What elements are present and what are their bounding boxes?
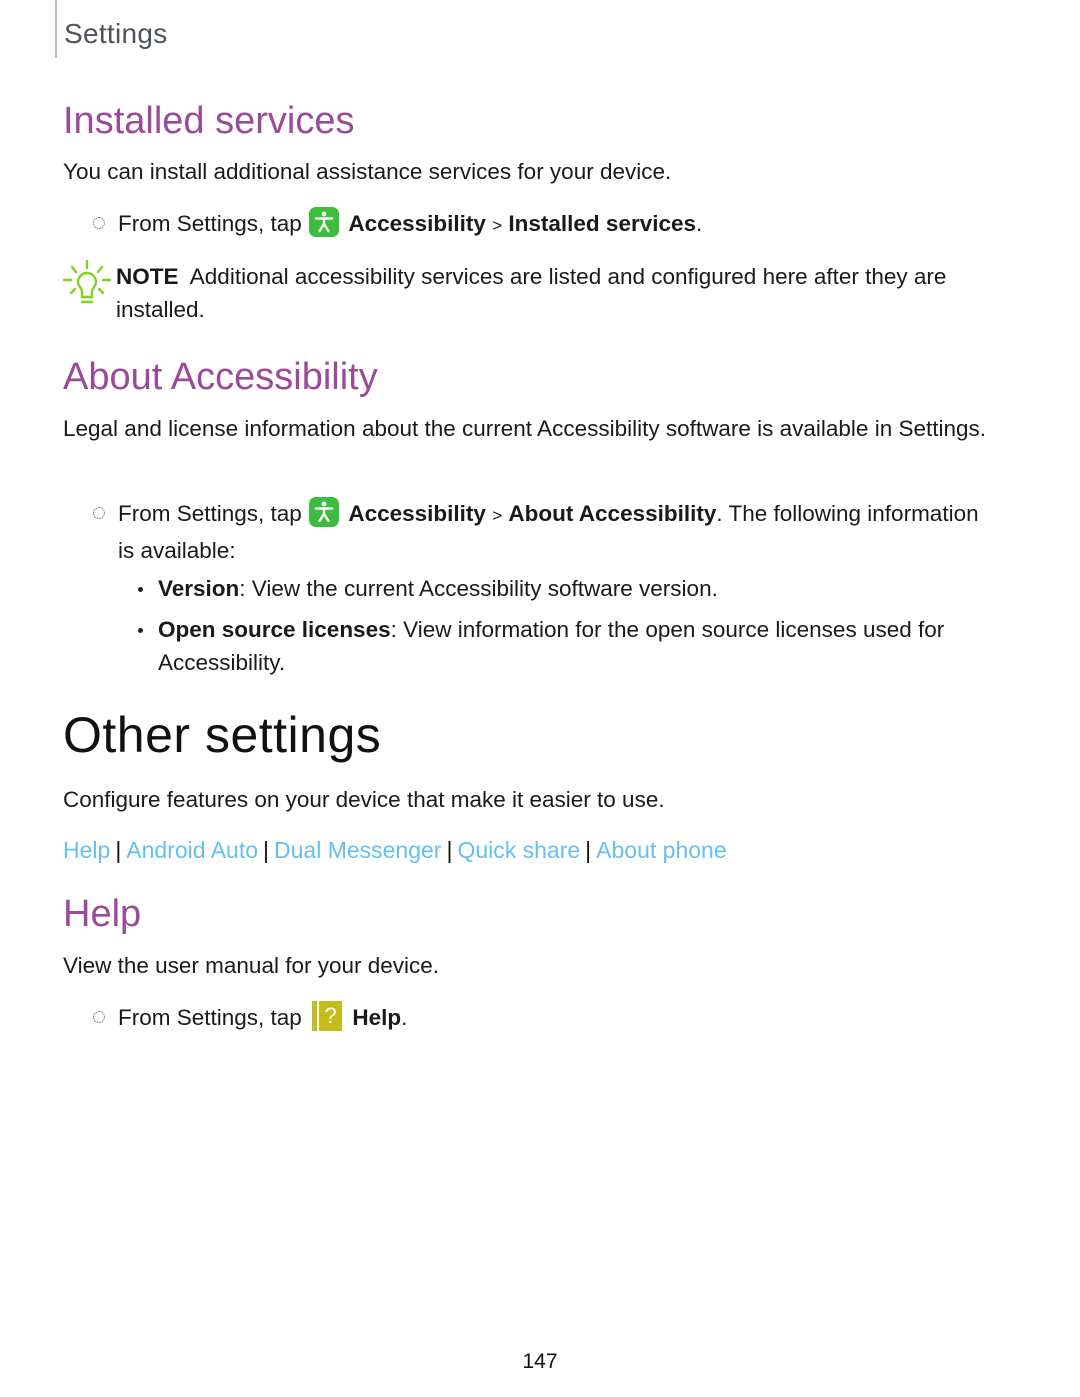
bullet-dot-icon [138, 628, 143, 633]
path-separator: > [492, 506, 503, 525]
step-suffix: . [696, 211, 703, 236]
installed-services-step: From Settings, tap Accessibility > Insta… [93, 206, 993, 243]
help-link[interactable]: Help [352, 1005, 401, 1030]
about-accessibility-step: From Settings, tap Accessibility > About… [93, 496, 993, 568]
help-intro: View the user manual for your device. [63, 953, 440, 978]
installed-services-heading: Installed services [63, 100, 355, 142]
note-text: Additional accessibility services are li… [116, 264, 947, 322]
installed-services-link[interactable]: Installed services [508, 211, 696, 236]
link-separator: | [446, 837, 453, 863]
help-step: From Settings, tap ? Help. [93, 1000, 993, 1035]
help-icon: ? [312, 1001, 343, 1031]
link-about-phone[interactable]: About phone [596, 837, 726, 863]
about-accessibility-heading: About Accessibility [63, 356, 378, 398]
link-separator: | [263, 837, 269, 863]
accessibility-icon [309, 207, 340, 237]
bullet-open-source-licenses: Open source licenses: View information f… [138, 613, 1008, 679]
section-links: Help | Android Auto | Dual Messenger | Quick s… [63, 833, 727, 867]
bullet-text: : View the current Accessibility softwar… [239, 576, 718, 601]
step-bullet-icon [93, 1011, 105, 1023]
help-icon-bar [312, 1001, 318, 1031]
help-icon-glyph: ? [319, 1001, 343, 1031]
other-settings-intro: Configure features on your device that m… [63, 787, 665, 812]
about-accessibility-intro: Legal and license information about the … [63, 416, 987, 441]
step-suffix: . [401, 1005, 408, 1030]
header-rule [55, 0, 57, 58]
step-prefix: From Settings, tap [118, 501, 302, 526]
bullet-term: Version [158, 576, 240, 601]
step-bullet-icon [93, 507, 105, 519]
help-heading: Help [63, 893, 142, 935]
link-help[interactable]: Help [63, 837, 110, 863]
link-separator: | [585, 837, 592, 863]
bullet-term: Open source licenses [158, 617, 391, 642]
about-accessibility-link[interactable]: About Accessibility [508, 501, 716, 526]
link-dual-messenger[interactable]: Dual Messenger [274, 837, 441, 863]
accessibility-link[interactable]: Accessibility [348, 501, 486, 526]
link-android-auto[interactable]: Android Auto [126, 837, 258, 863]
note-block: NOTE Additional accessibility services a… [62, 259, 1023, 326]
step-prefix: From Settings, tap [118, 1005, 302, 1030]
link-quick-share[interactable]: Quick share [457, 837, 580, 863]
bullet-version: Version: View the current Accessibility … [138, 572, 1008, 605]
page-number: 147 [522, 1350, 558, 1373]
step-prefix: From Settings, tap [118, 211, 302, 236]
link-separator: | [115, 837, 122, 863]
section-label: Settings [64, 18, 168, 49]
lightbulb-icon [62, 259, 112, 319]
step-bullet-icon [93, 217, 105, 229]
other-settings-title: Other settings [63, 707, 382, 763]
path-separator: > [492, 216, 503, 235]
note-label: NOTE [116, 264, 179, 289]
accessibility-icon [309, 497, 340, 527]
accessibility-link[interactable]: Accessibility [348, 211, 486, 236]
installed-services-intro: You can install additional assistance se… [63, 159, 672, 184]
bullet-dot-icon [138, 587, 143, 592]
